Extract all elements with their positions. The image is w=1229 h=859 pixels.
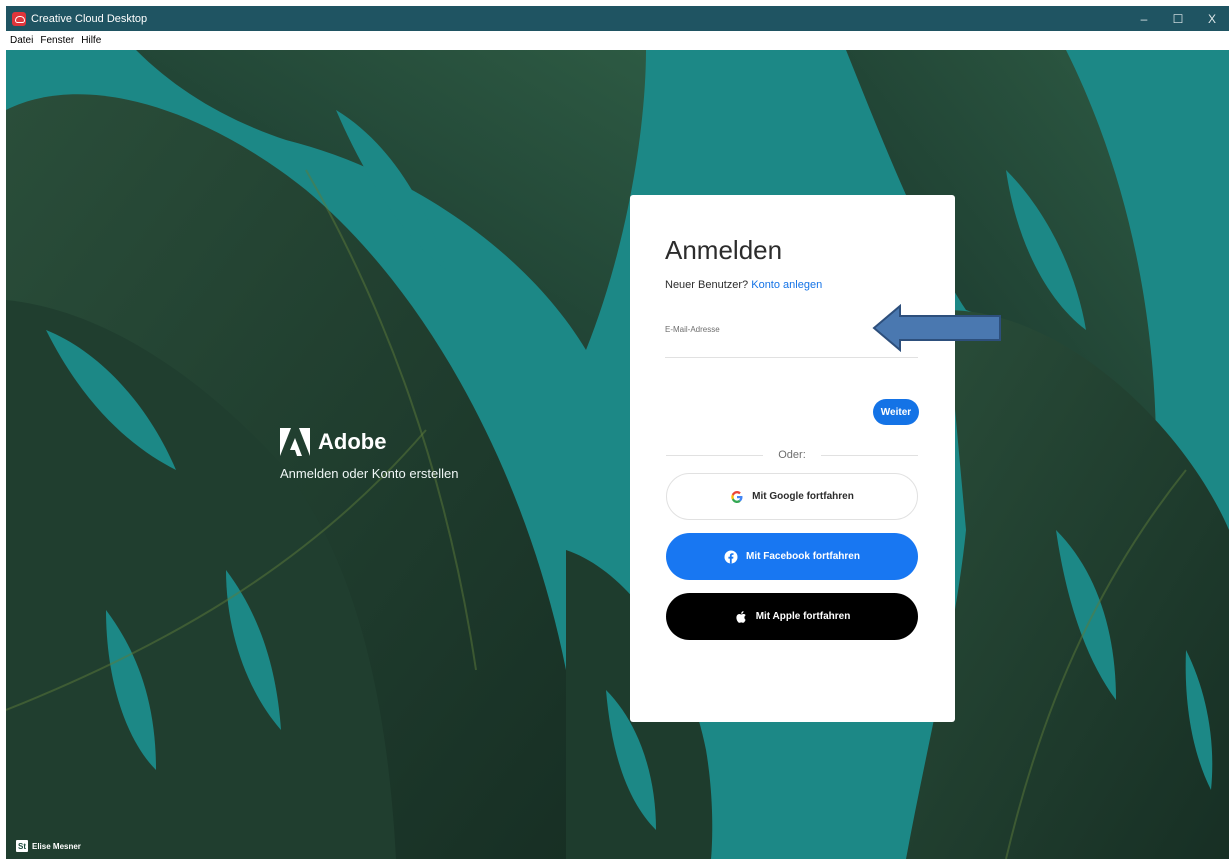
brand-name: Adobe bbox=[318, 429, 387, 454]
create-account-link[interactable]: Konto anlegen bbox=[751, 279, 822, 291]
avatar: St bbox=[16, 840, 28, 852]
google-signin-button[interactable]: Mit Google fortfahren bbox=[666, 473, 918, 520]
apple-signin-button[interactable]: Mit Apple fortfahren bbox=[666, 593, 918, 640]
facebook-icon bbox=[724, 550, 738, 564]
menu-datei[interactable]: Datei bbox=[10, 35, 33, 46]
user-name: Elise Mesner bbox=[32, 841, 81, 851]
title-bar: Creative Cloud Desktop – ☐ X bbox=[6, 6, 1229, 31]
apple-button-label: Mit Apple fortfahren bbox=[755, 611, 851, 622]
monstera-leaves-illustration bbox=[6, 50, 1229, 859]
or-separator: Oder: bbox=[763, 449, 821, 461]
minimize-button[interactable]: – bbox=[1127, 6, 1161, 31]
close-button[interactable]: X bbox=[1195, 6, 1229, 31]
facebook-button-label: Mit Facebook fortfahren bbox=[746, 551, 860, 562]
window-title: Creative Cloud Desktop bbox=[31, 12, 148, 25]
menu-fenster[interactable]: Fenster bbox=[40, 35, 74, 46]
google-button-label: Mit Google fortfahren bbox=[752, 491, 854, 502]
creative-cloud-icon bbox=[12, 11, 26, 26]
next-button[interactable]: Weiter bbox=[873, 399, 919, 425]
window-controls: – ☐ X bbox=[1127, 6, 1229, 31]
new-user-text: Neuer Benutzer? bbox=[665, 279, 749, 291]
adobe-logo-icon bbox=[280, 428, 310, 456]
app-window: Creative Cloud Desktop – ☐ X Datei Fenst… bbox=[0, 0, 1229, 859]
email-label: E-Mail-Adresse bbox=[665, 325, 720, 334]
login-card: Anmelden Neuer Benutzer? Konto anlegen E… bbox=[630, 195, 955, 722]
apple-icon bbox=[734, 610, 748, 624]
page-title: Anmelden bbox=[665, 235, 783, 265]
brand-tagline: Anmelden oder Konto erstellen bbox=[280, 466, 459, 481]
google-icon bbox=[730, 490, 744, 504]
maximize-button[interactable]: ☐ bbox=[1161, 6, 1195, 31]
background-image bbox=[6, 50, 1229, 859]
user-profile[interactable]: St Elise Mesner bbox=[16, 840, 81, 852]
adobe-brand: Adobe Anmelden oder Konto erstellen bbox=[280, 428, 459, 481]
new-user-prompt: Neuer Benutzer? Konto anlegen bbox=[665, 279, 822, 291]
menu-hilfe[interactable]: Hilfe bbox=[81, 35, 101, 46]
facebook-signin-button[interactable]: Mit Facebook fortfahren bbox=[666, 533, 918, 580]
left-arrow-annotation-icon bbox=[872, 303, 1004, 357]
menu-bar: Datei Fenster Hilfe bbox=[6, 31, 1229, 50]
